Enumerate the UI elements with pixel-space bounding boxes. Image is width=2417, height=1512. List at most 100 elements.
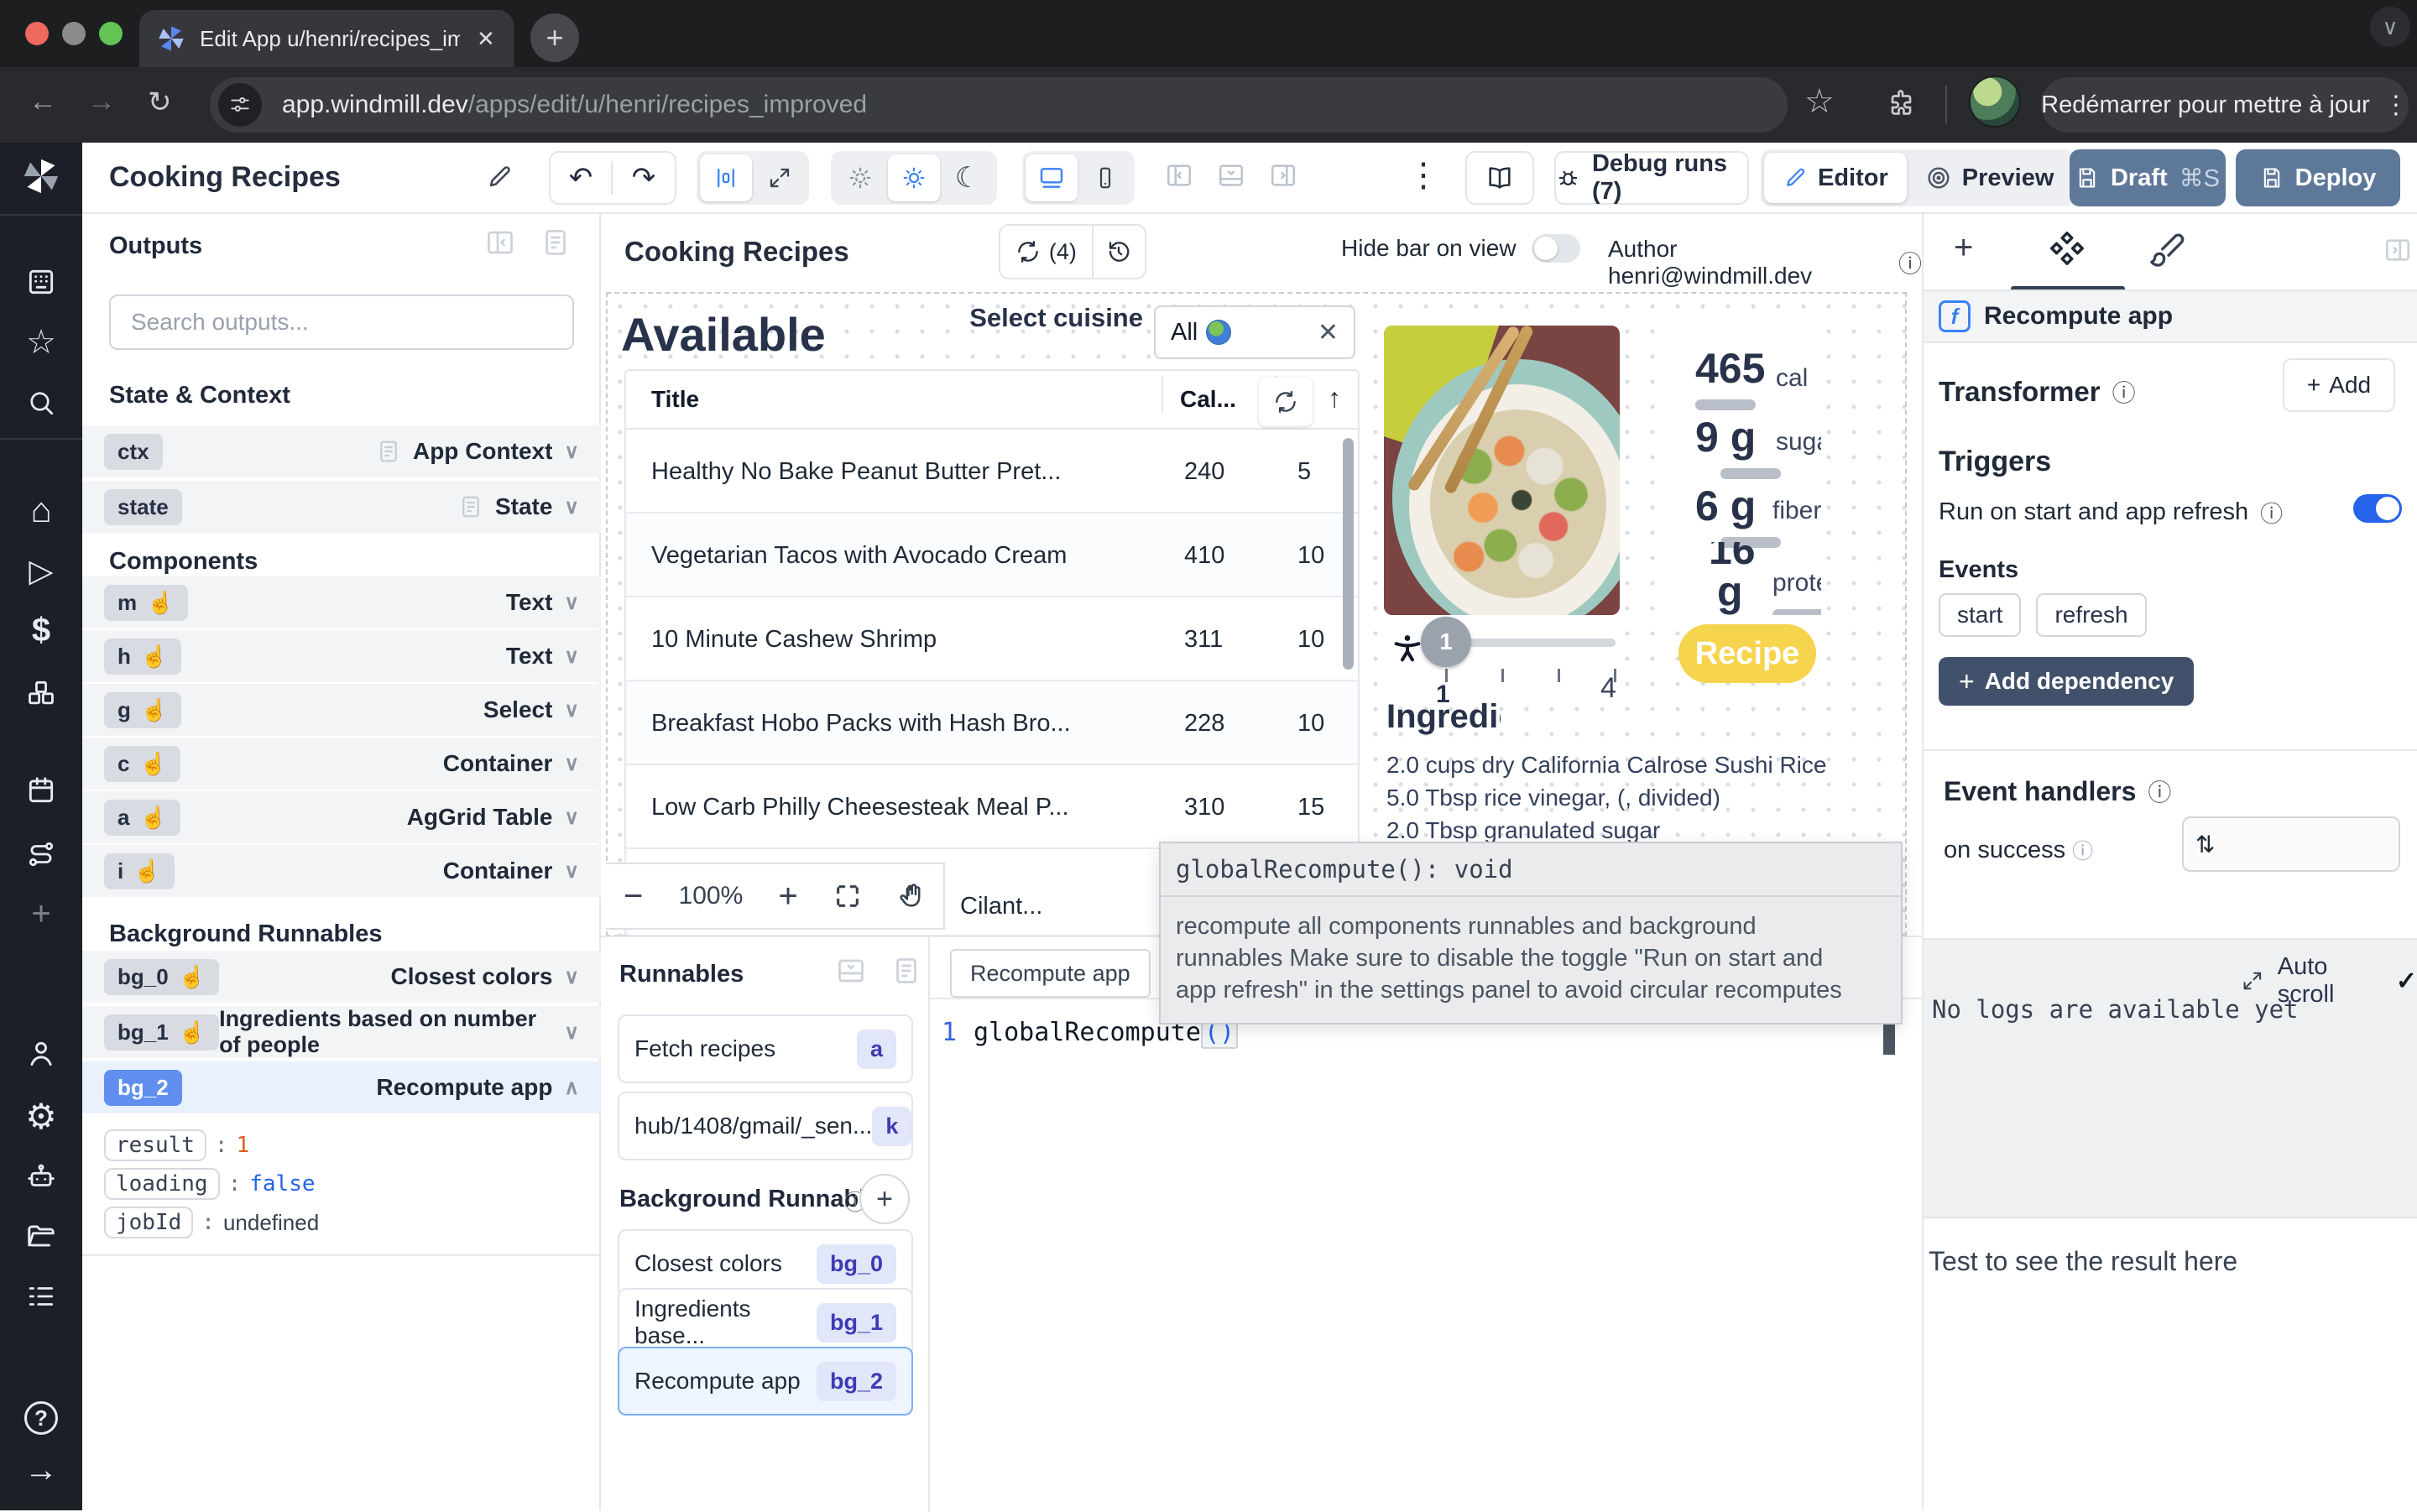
rail-variables-icon[interactable]: $: [23, 612, 60, 649]
update-chrome-button[interactable]: Redémarrer pour mettre à jour ⋮: [2041, 77, 2409, 133]
collapse-bottom-icon[interactable]: [836, 956, 866, 986]
toggle-bottom-panel-icon[interactable]: [1217, 161, 1245, 190]
rail-flows-icon[interactable]: [23, 836, 60, 873]
reload-icon[interactable]: ↻: [148, 86, 172, 119]
output-row-ctx[interactable]: ctx App Context ∨: [82, 425, 601, 477]
background-row-bg1[interactable]: bg_1☝ Ingredients based on number of peo…: [82, 1006, 601, 1058]
pan-hand-icon[interactable]: [897, 882, 926, 910]
rail-ai-icon[interactable]: [23, 1159, 60, 1196]
deploy-button[interactable]: Deploy: [2236, 149, 2400, 206]
col-title[interactable]: Title: [651, 386, 699, 413]
chevron-down-icon[interactable]: ∨: [564, 965, 579, 989]
background-row-bg0[interactable]: bg_0☝ Closest colors∨: [82, 951, 601, 1003]
clear-select-icon[interactable]: ✕: [1318, 318, 1339, 347]
on-success-select[interactable]: ⇅: [2182, 816, 2400, 872]
expand-layout-button[interactable]: [754, 154, 806, 201]
hide-bar-toggle[interactable]: [1532, 234, 1580, 263]
bookmark-star-icon[interactable]: ☆: [1804, 82, 1835, 121]
output-row-state[interactable]: state State ∨: [82, 481, 601, 533]
titlebar-chevron-icon[interactable]: ∨: [2370, 7, 2410, 47]
info-icon[interactable]: ⓘ: [2260, 496, 2283, 529]
chevron-down-icon[interactable]: ∨: [564, 698, 579, 722]
rail-logs-icon[interactable]: [23, 1278, 60, 1315]
rail-apps-icon[interactable]: [23, 263, 60, 300]
chevron-down-icon[interactable]: ∨: [564, 644, 579, 669]
chevron-down-icon[interactable]: ∨: [564, 440, 579, 464]
component-row[interactable]: c☝ Container∨: [82, 738, 601, 790]
draft-button[interactable]: Draft ⌘S: [2070, 149, 2226, 206]
windmill-logo-icon[interactable]: [23, 158, 60, 195]
extensions-icon[interactable]: [1885, 87, 1915, 117]
redo-button[interactable]: ↷: [613, 161, 675, 195]
chevron-up-icon[interactable]: ∧: [564, 1076, 579, 1100]
forward-icon[interactable]: →: [87, 86, 116, 118]
zoom-in-icon[interactable]: +: [778, 878, 797, 915]
table-row[interactable]: Breakfast Hobo Packs with Hash Bro...228…: [626, 681, 1358, 765]
debug-runs-button[interactable]: Debug runs (7): [1554, 151, 1749, 205]
rename-app-pencil-icon[interactable]: [485, 163, 514, 191]
rail-home-icon[interactable]: ⌂: [23, 492, 60, 529]
slider-handle[interactable]: 1: [1421, 617, 1471, 667]
run-on-start-toggle[interactable]: [2353, 494, 2402, 523]
back-icon[interactable]: ←: [29, 86, 57, 118]
check-icon[interactable]: ✓: [2396, 967, 2417, 996]
table-row[interactable]: Healthy No Bake Peanut Butter Pret...240…: [626, 430, 1358, 514]
collapse-panel-icon[interactable]: [485, 227, 515, 258]
rail-schedules-icon[interactable]: [23, 772, 60, 809]
mobile-view-button[interactable]: [1079, 154, 1131, 201]
component-row[interactable]: g☝ Select∨: [82, 684, 601, 736]
collapse-right-panel-icon[interactable]: [2383, 236, 2412, 264]
add-background-runnable-button[interactable]: +: [859, 1174, 910, 1224]
browser-menu-kebab-icon[interactable]: ⋮: [2383, 91, 2409, 120]
sort-asc-icon[interactable]: ↑: [1328, 383, 1341, 414]
rail-settings-icon[interactable]: ⚙: [23, 1098, 60, 1134]
search-outputs-input[interactable]: [109, 295, 574, 350]
recipe-button[interactable]: Recipe: [1678, 624, 1816, 683]
rail-favorites-icon[interactable]: ☆: [23, 324, 60, 361]
rail-add-icon[interactable]: +: [23, 895, 60, 932]
table-refresh-button[interactable]: [1259, 378, 1313, 426]
theme-auto-sun-icon[interactable]: [834, 154, 886, 201]
info-icon[interactable]: ⓘ: [2072, 835, 2093, 865]
chevron-down-icon[interactable]: ∨: [564, 495, 579, 519]
component-row[interactable]: h☝ Text∨: [82, 630, 601, 682]
theme-light-sun-icon[interactable]: [888, 154, 940, 201]
background-row-bg2-selected[interactable]: bg_2 Recompute app∧: [82, 1061, 601, 1113]
theme-dark-moon-icon[interactable]: ☾: [942, 154, 994, 201]
url-bar[interactable]: app.windmill.dev/apps/edit/u/henri/recip…: [210, 77, 1788, 133]
chevron-down-icon[interactable]: ∨: [564, 806, 579, 830]
preview-tab[interactable]: Preview: [1907, 153, 2073, 203]
rail-user-icon[interactable]: [23, 1035, 60, 1072]
zoom-out-icon[interactable]: −: [624, 878, 643, 915]
traffic-close-button[interactable]: [25, 22, 49, 45]
rail-folders-icon[interactable]: [23, 1217, 60, 1254]
more-options-kebab-icon[interactable]: ⋮: [1407, 156, 1440, 195]
add-transformer-button[interactable]: +Add: [2283, 358, 2395, 412]
rail-collapse-icon[interactable]: →: [23, 1452, 60, 1489]
cuisine-select[interactable]: All ✕: [1154, 305, 1355, 359]
settings-tab-style-icon[interactable]: [2148, 231, 2185, 268]
rail-runs-icon[interactable]: ▷: [23, 552, 60, 589]
table-scrollbar[interactable]: [1343, 438, 1354, 670]
runnable-gmail[interactable]: hub/1408/gmail/_sen... k: [618, 1092, 913, 1160]
desktop-view-button[interactable]: [1026, 154, 1078, 201]
editor-tab[interactable]: Editor: [1764, 153, 1907, 203]
component-row[interactable]: m☝ Text∨: [82, 576, 601, 628]
chevron-down-icon[interactable]: ∨: [564, 591, 579, 615]
new-tab-button[interactable]: +: [530, 13, 579, 62]
info-icon[interactable]: ⓘ: [2112, 375, 2136, 409]
docs-button[interactable]: [1465, 151, 1534, 205]
rail-help-icon[interactable]: ?: [23, 1400, 60, 1436]
chevron-down-icon[interactable]: ∨: [564, 752, 579, 776]
info-icon[interactable]: ⓘ: [1898, 246, 1922, 279]
info-icon[interactable]: ⓘ: [2148, 774, 2171, 808]
tab-close-icon[interactable]: ✕: [477, 26, 495, 52]
add-dependency-button[interactable]: + Add dependency: [1939, 657, 2194, 706]
undo-button[interactable]: ↶: [551, 161, 613, 195]
traffic-zoom-button[interactable]: [99, 22, 123, 45]
fit-view-icon[interactable]: [833, 882, 862, 910]
chevron-down-icon[interactable]: ∨: [564, 859, 579, 884]
insert-tab-plus-icon[interactable]: +: [1954, 229, 1973, 267]
component-row[interactable]: i☝ Container∨: [82, 845, 601, 897]
component-row[interactable]: a☝ AgGrid Table∨: [82, 791, 601, 843]
